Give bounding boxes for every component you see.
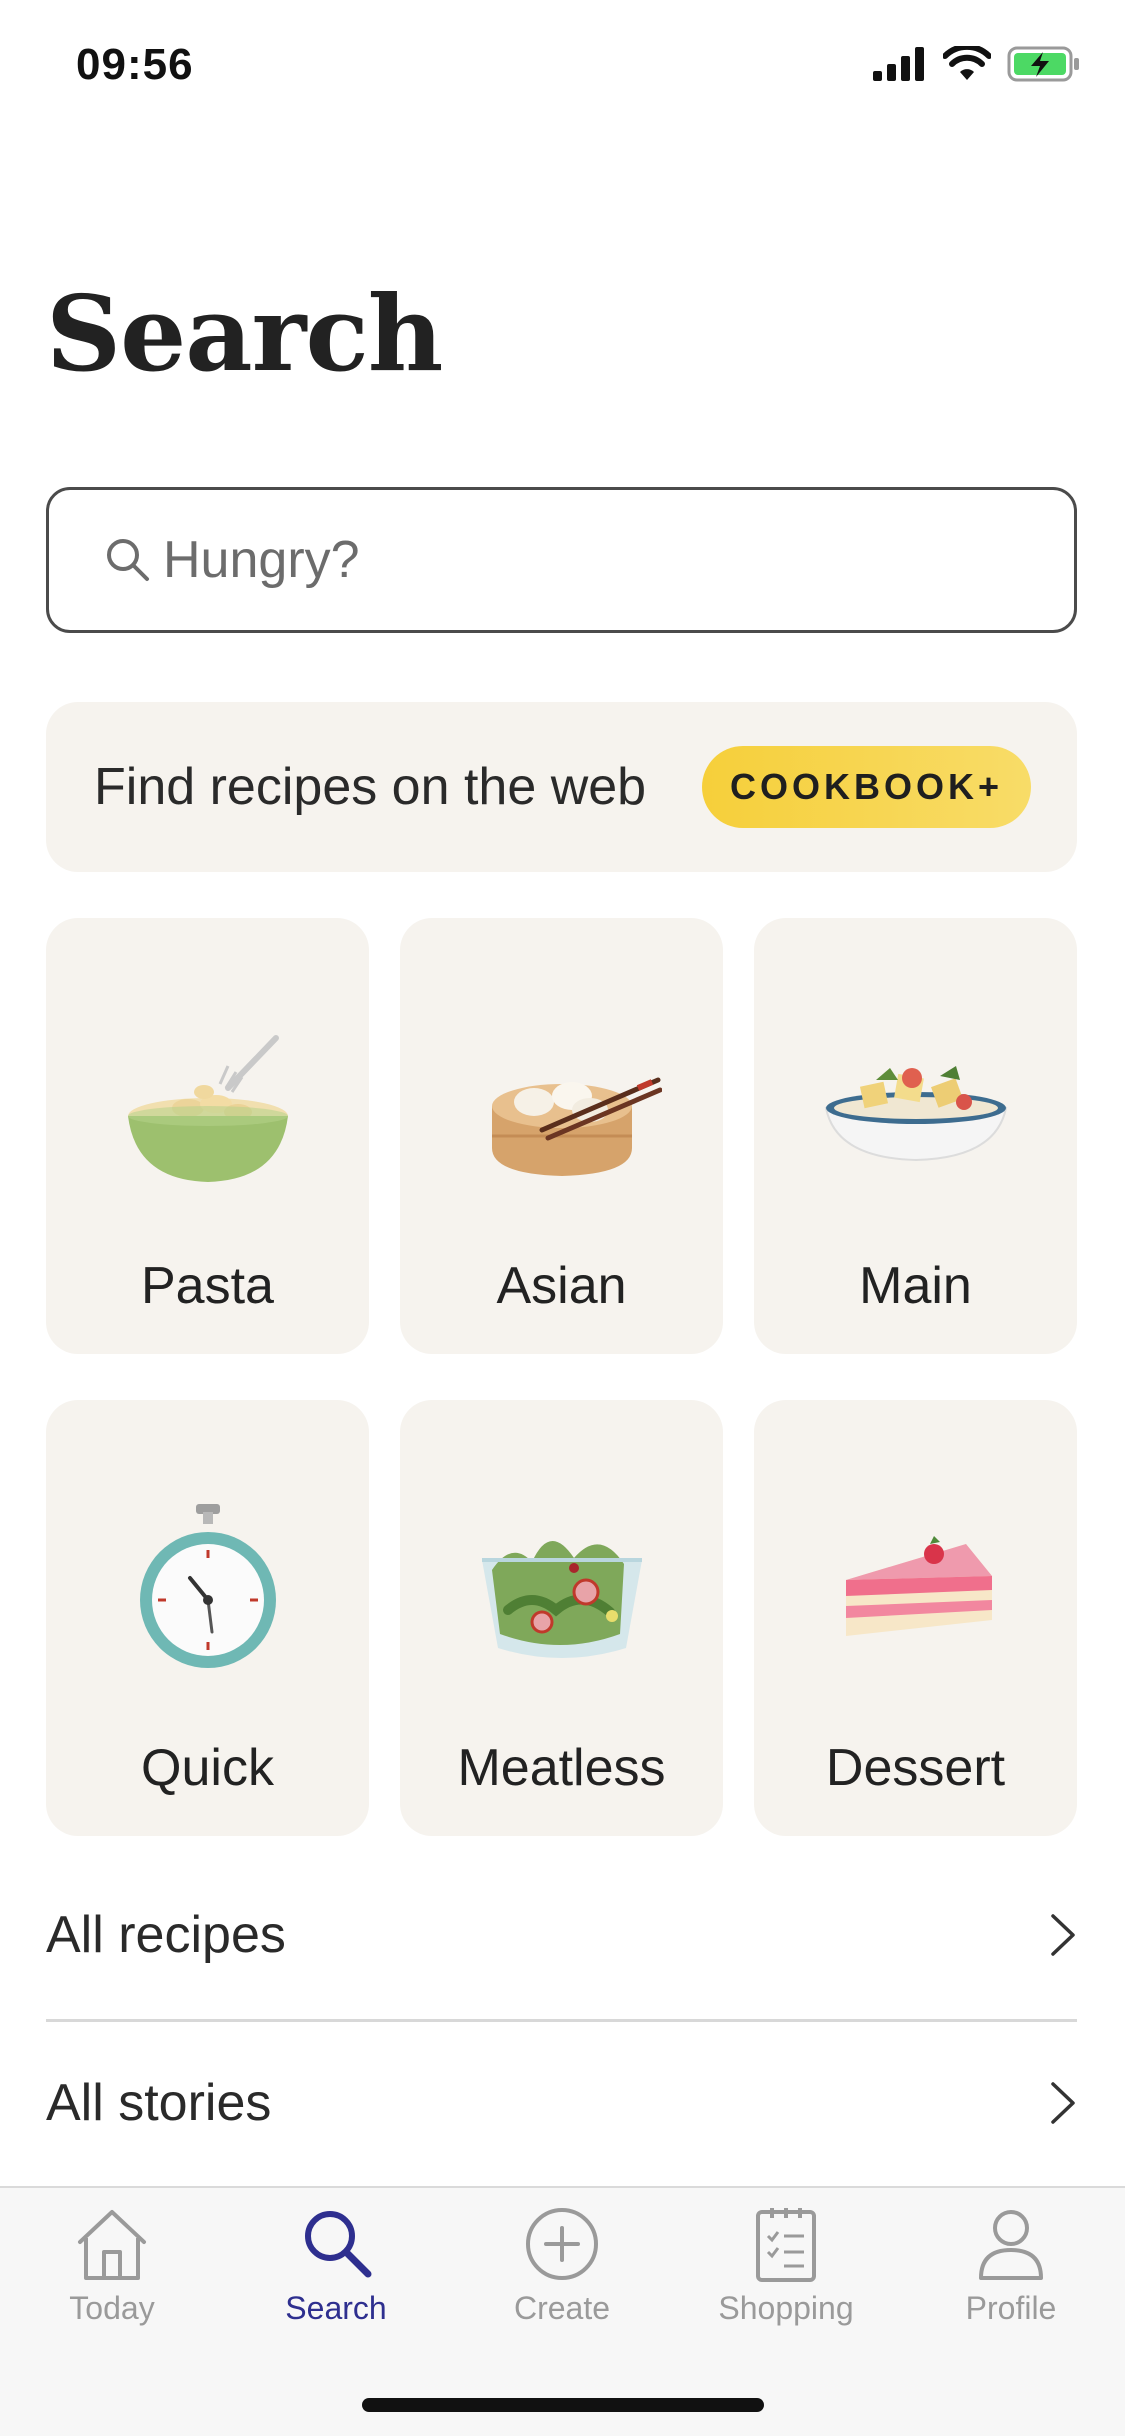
wifi-icon [943, 46, 991, 80]
chevron-right-icon [1051, 2082, 1075, 2124]
stopwatch-icon [139, 1504, 276, 1668]
cellular-signal-icon [873, 47, 924, 81]
tab-label: Profile [965, 2290, 1057, 2326]
status-bar: 09:56 [0, 0, 1125, 140]
tab-shopping[interactable]: Shopping [696, 2206, 876, 2327]
page-title: Search [46, 272, 443, 395]
all-recipes-label: All recipes [46, 1906, 286, 1964]
category-card-main[interactable]: Main [754, 918, 1077, 1354]
tab-search[interactable]: Search [246, 2206, 426, 2327]
tab-label: Today [69, 2290, 155, 2326]
pasta-bowl-icon [127, 1035, 288, 1182]
status-time: 09:56 [76, 40, 194, 89]
category-grid: Pasta Asian Main Quick Meatless Dessert [46, 918, 1077, 1836]
tab-label: Search [285, 2290, 387, 2326]
category-card-quick[interactable]: Quick [46, 1400, 369, 1836]
tab-bar: Today Search Create Shopping Profile [0, 2186, 1125, 2436]
category-card-asian[interactable]: Asian [400, 918, 723, 1354]
tab-create[interactable]: Create [472, 2206, 652, 2327]
search-field[interactable] [46, 487, 1077, 633]
home-indicator[interactable] [362, 2398, 764, 2412]
dumpling-steamer-icon [491, 1077, 662, 1176]
status-icons [873, 46, 1081, 82]
category-label: Asian [496, 1257, 627, 1315]
cake-slice-icon [845, 1536, 992, 1636]
chevron-right-icon [1051, 1914, 1075, 1956]
category-label: Quick [141, 1739, 274, 1797]
checklist-icon [756, 2208, 816, 2282]
search-input[interactable] [161, 529, 965, 591]
category-card-dessert[interactable]: Dessert [754, 1400, 1077, 1836]
all-recipes-row[interactable]: All recipes [46, 1852, 1077, 2018]
search-icon [107, 539, 149, 581]
category-card-meatless[interactable]: Meatless [400, 1400, 723, 1836]
tab-profile[interactable]: Profile [921, 2206, 1101, 2327]
all-stories-row[interactable]: All stories [46, 2020, 1077, 2186]
category-label: Pasta [141, 1257, 274, 1315]
home-icon [78, 2210, 146, 2280]
all-stories-label: All stories [46, 2074, 272, 2132]
person-icon [979, 2210, 1043, 2280]
category-card-pasta[interactable]: Pasta [46, 918, 369, 1354]
search-icon [305, 2211, 372, 2278]
salad-bowl-icon [481, 1540, 642, 1658]
category-label: Main [859, 1257, 972, 1315]
tab-today[interactable]: Today [22, 2206, 202, 2327]
tab-label: Shopping [718, 2290, 854, 2326]
category-label: Dessert [825, 1739, 1006, 1797]
find-recipes-web-banner[interactable]: Find recipes on the web COOKBOOK+ [46, 702, 1077, 872]
plus-circle-icon [526, 2208, 598, 2280]
battery-charging-icon [1007, 46, 1079, 82]
tab-label: Create [513, 2290, 611, 2326]
category-label: Meatless [457, 1739, 666, 1797]
web-banner-label: Find recipes on the web [94, 758, 647, 816]
main-dish-bowl-icon [824, 1066, 1007, 1162]
cookbook-plus-badge[interactable]: COOKBOOK+ [701, 746, 1031, 828]
